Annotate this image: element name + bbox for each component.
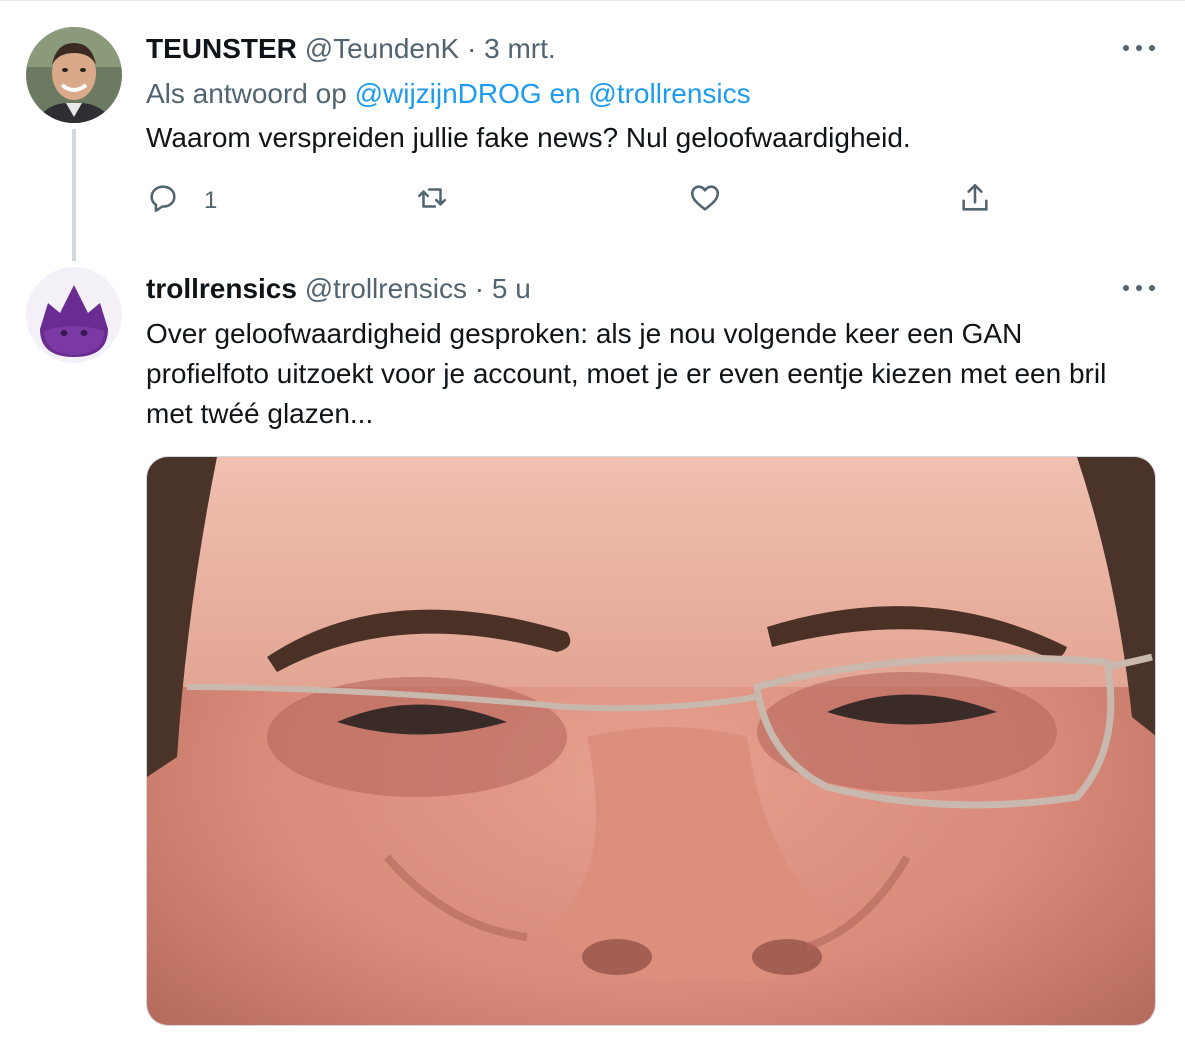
- share-button[interactable]: [958, 181, 992, 221]
- reply-icon: [146, 181, 180, 222]
- tweet-text: Over geloofwaardigheid gesproken: als je…: [146, 318, 1107, 429]
- user-handle[interactable]: @TeundenK: [305, 33, 460, 64]
- mention-link[interactable]: @trollrensics: [588, 78, 750, 109]
- reply-count: 1: [204, 187, 218, 214]
- reply-conjunction[interactable]: en: [549, 78, 580, 109]
- tweet-thread: TEUNSTER @TeundenK · 3 mrt. Als antwoord…: [0, 0, 1185, 1048]
- retweet-icon: [415, 181, 449, 222]
- avatar-trollrensics[interactable]: [26, 267, 122, 363]
- reply-context: Als antwoord op @wijzijnDROG en @trollre…: [146, 76, 751, 112]
- user-handle[interactable]: @trollrensics: [305, 273, 467, 304]
- separator-dot: ·: [467, 33, 477, 64]
- tweet-media-photo[interactable]: [146, 456, 1156, 1026]
- tweet-timestamp[interactable]: 5 u: [492, 273, 531, 304]
- display-name[interactable]: TEUNSTER: [146, 33, 297, 64]
- thread-connector-line: [72, 129, 76, 261]
- share-icon: [958, 181, 992, 222]
- display-name[interactable]: trollrensics: [146, 273, 297, 304]
- separator-dot: ·: [474, 273, 485, 304]
- tweet-header: trollrensics @trollrensics · 5 u: [146, 271, 531, 307]
- reply-prefix: Als antwoord op: [146, 78, 347, 109]
- heart-icon: [688, 181, 722, 222]
- mention-link[interactable]: @wijzijnDROG: [355, 78, 542, 109]
- more-icon[interactable]: [1123, 43, 1155, 53]
- like-button[interactable]: [688, 181, 722, 221]
- tweet-timestamp[interactable]: 3 mrt.: [484, 33, 556, 64]
- tweet-text: Waarom verspreiden jullie fake news? Nul…: [146, 122, 911, 153]
- avatar-teunster[interactable]: [26, 27, 122, 123]
- more-icon[interactable]: [1123, 283, 1155, 293]
- retweet-button[interactable]: [415, 181, 449, 221]
- reply-button[interactable]: 1: [146, 181, 217, 221]
- tweet-header: TEUNSTER @TeundenK · 3 mrt.: [146, 31, 556, 67]
